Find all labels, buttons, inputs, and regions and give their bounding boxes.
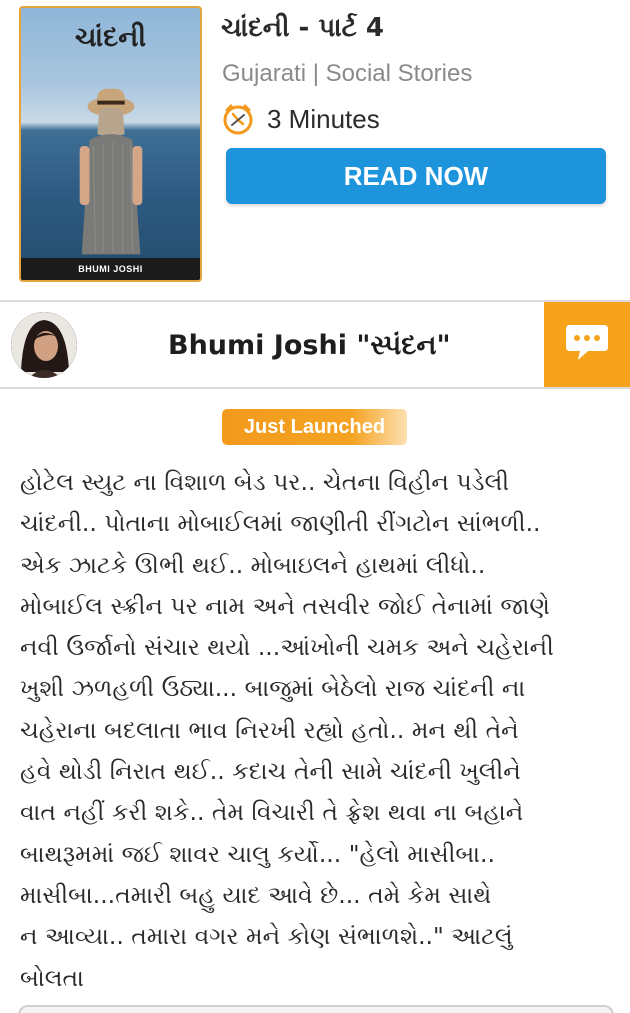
author-avatar[interactable] [11, 312, 77, 378]
story-line: ખુશી ઝળહળી ઉઠ્યા... બાજુમાં બેઠેલો રાજ ચ… [20, 674, 526, 703]
story-line: નવી ઉર્જાનો સંચાર થયો ...આંખોની ચમક અને … [20, 633, 554, 662]
read-time: 3 Minutes [221, 101, 380, 137]
chat-bubble-icon [564, 323, 610, 367]
read-time-text: 3 Minutes [267, 103, 380, 134]
cover-author: BHUMI JOSHI [21, 258, 200, 280]
cover-title: ચાંદની [74, 22, 147, 53]
story-line: માસીબા...તમારી બહુ યાદ આવે છે... તમે કેમ… [20, 880, 492, 909]
just-launched-badge: Just Launched [222, 409, 407, 445]
story-line: વાત નહીં કરી શકે.. તેમ વિચારી તે ફ્રેશ થ… [20, 798, 524, 827]
message-button[interactable] [544, 302, 630, 387]
book-meta: Gujarati | Social Stories [222, 60, 473, 87]
story-line: એક ઝાટકે ઊભી થઈ.. મોબાઇલને હાથમાં લીધો.. [20, 550, 486, 579]
story-line: ચાંદની.. પોતાના મોબાઈલમાં જાણીતી રીંગટોન… [20, 509, 541, 538]
author-name[interactable]: Bhumi Joshi "સ્પંદન" [168, 330, 451, 362]
book-title[interactable]: ચાંદની - પાર્ટ 4 [221, 13, 384, 44]
read-now-button[interactable]: READ NOW [226, 148, 606, 204]
story-line: હોટેલ સ્યુટ ના વિશાળ બેડ પર.. ચેતના વિહી… [20, 468, 510, 496]
author-bar: Bhumi Joshi "સ્પંદન" [0, 300, 630, 389]
book-cover[interactable]: ચાંદની BHUMI JOSHI [19, 6, 202, 282]
story-line: બાથરૂમમાં જઈ શાવર ચાલુ કર્યો... "હેલો મા… [20, 839, 495, 868]
clock-icon [221, 102, 255, 136]
story-line: ન આવ્યા.. તમારા વગર મને કોણ સંભાળશે.." આ… [20, 922, 513, 951]
story-line: ચહેરાના બદલાતા ભાવ નિરખી રહ્યો હતો.. મન … [20, 715, 519, 744]
story-text: હોટેલ સ્યુટ ના વિશાળ બેડ પર.. ચેતના વિહી… [20, 462, 616, 999]
story-line: બોલતા [20, 963, 84, 992]
book-header: ચાંદની BHUMI JOSHI ચાંદની - પાર્ટ 4 Guja… [0, 0, 630, 300]
story-line: મોબાઈલ સ્ક્રીન પર નામ અને તસવીર જોઈ તેના… [20, 591, 550, 620]
story-line: હવે થોડી નિરાત થઈ.. કદાચ તેની સામે ચાંદન… [20, 757, 521, 786]
next-card-peek[interactable] [18, 1005, 614, 1013]
